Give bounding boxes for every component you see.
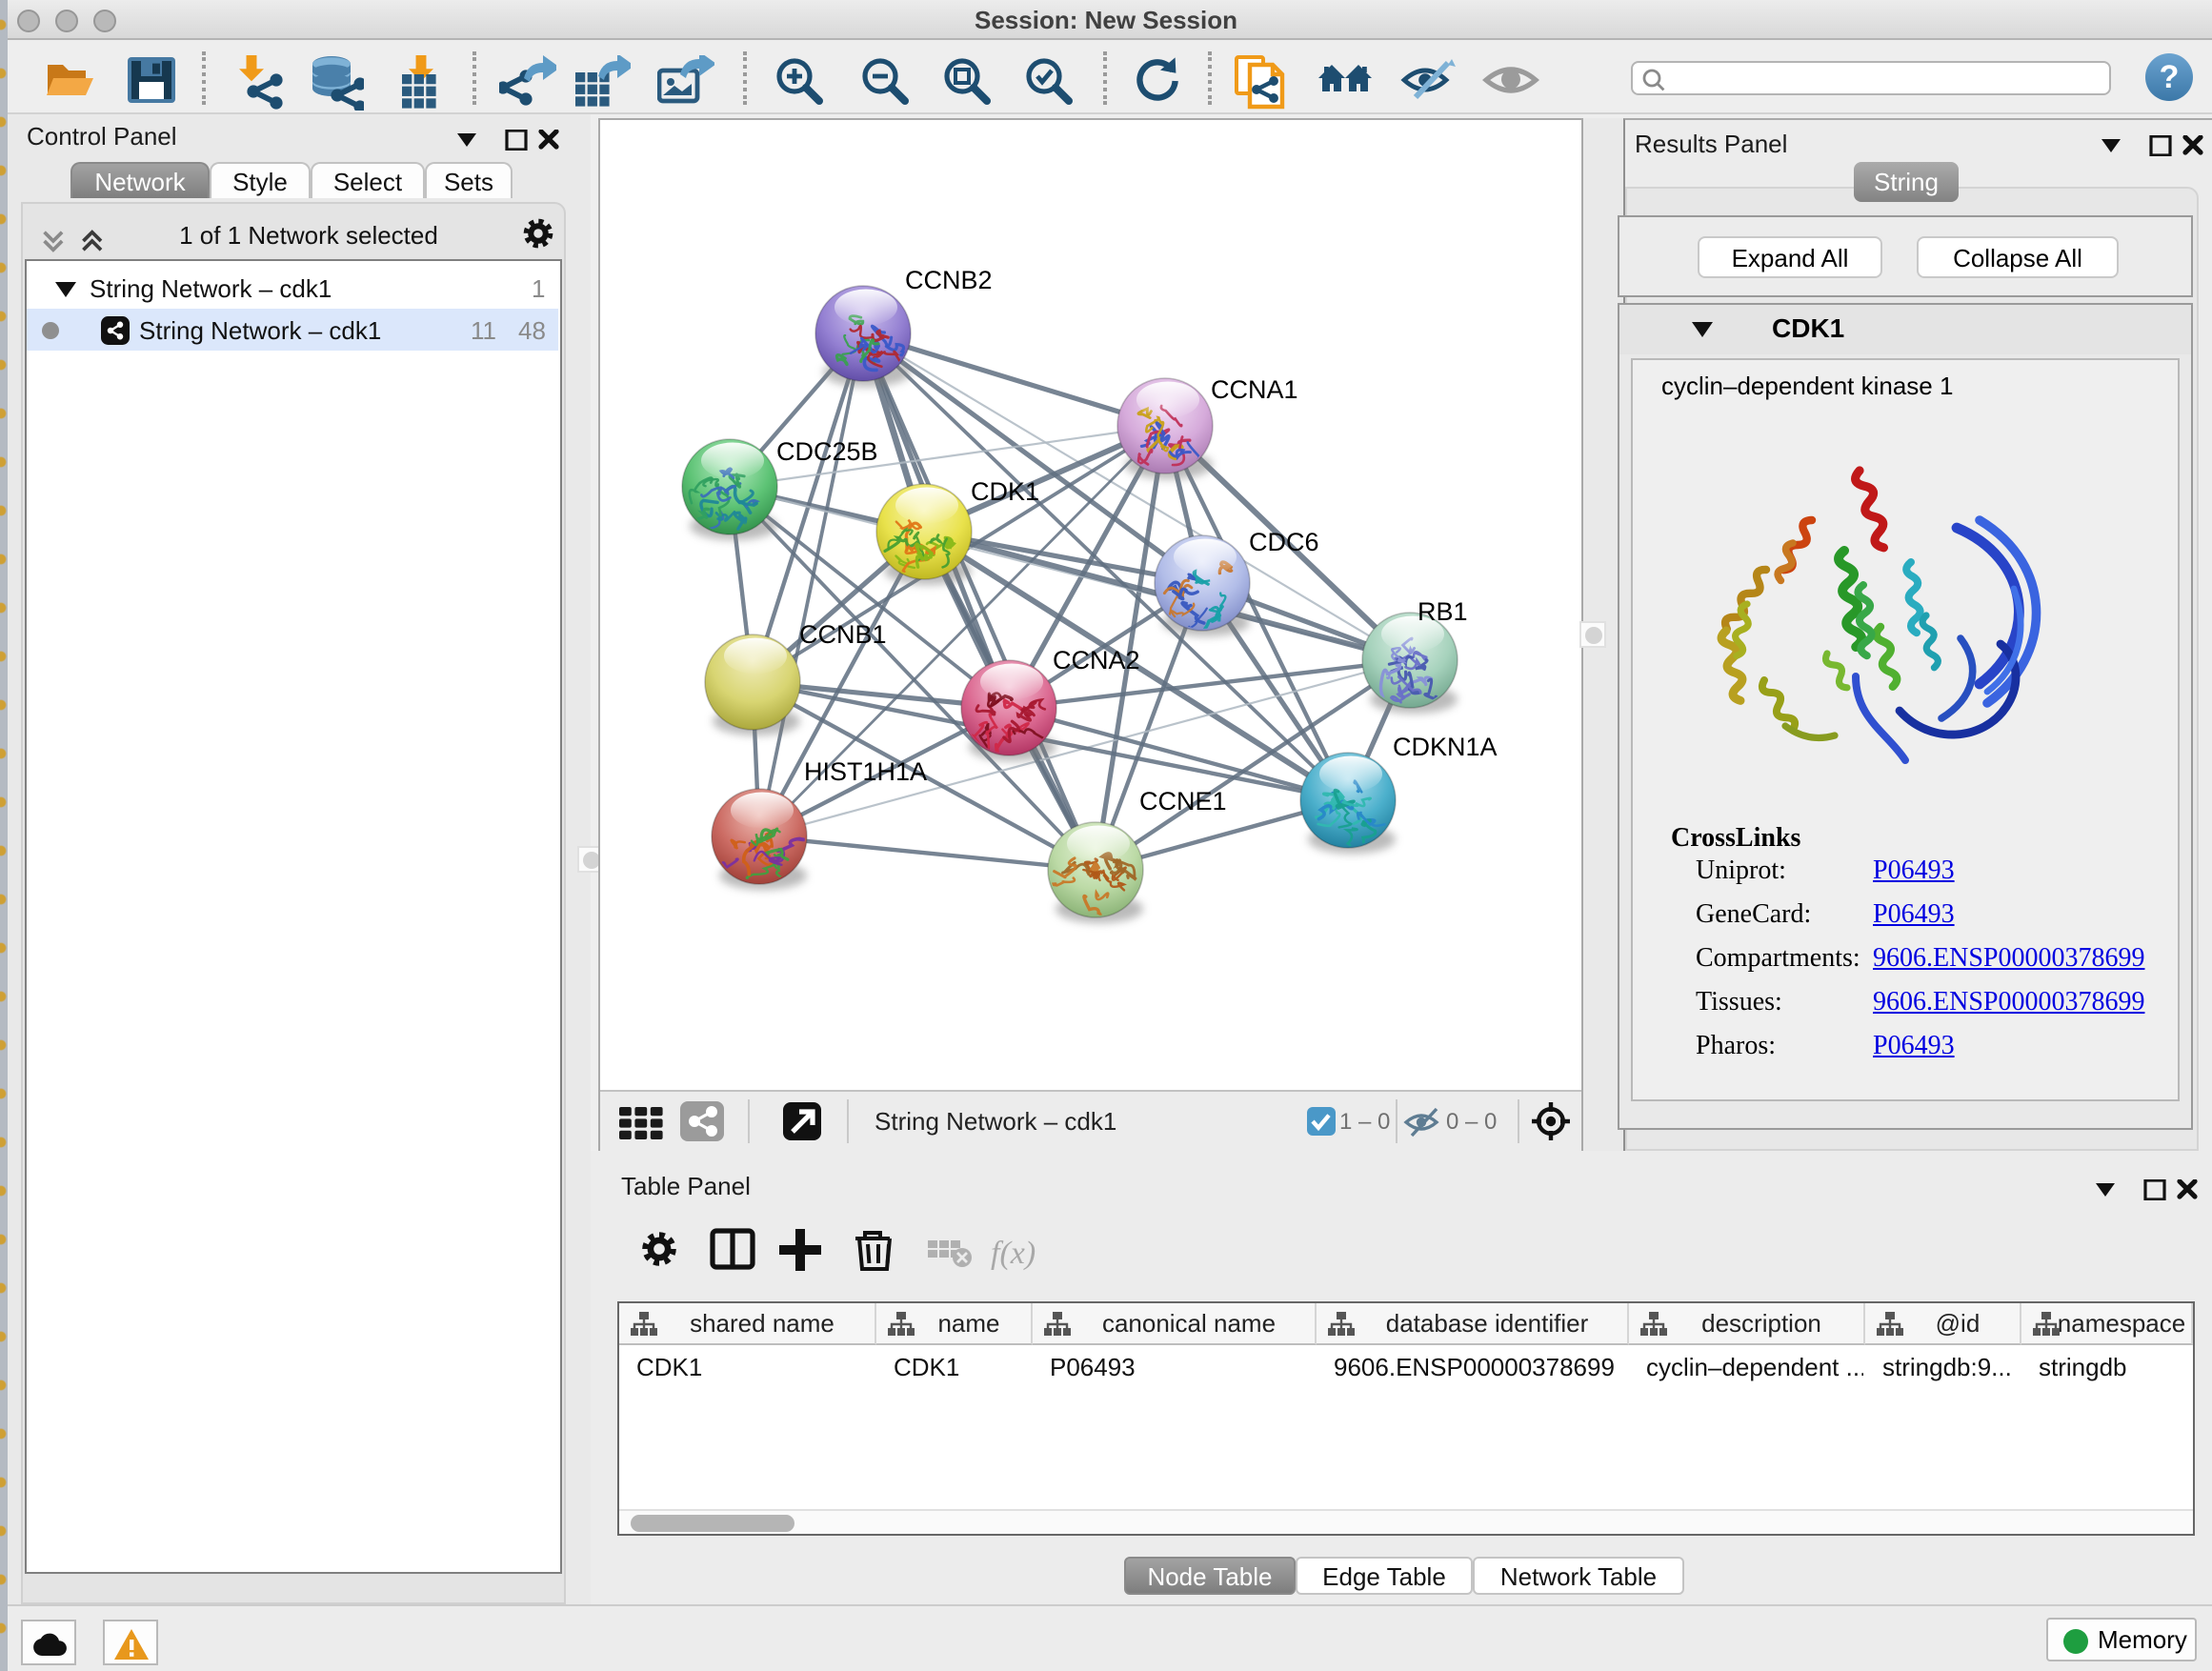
svg-text:f(x): f(x) (991, 1236, 1036, 1271)
svg-text:CCNA2: CCNA2 (1053, 646, 1140, 674)
svg-text:1 – 0: 1 – 0 (1339, 1109, 1390, 1135)
svg-text:CCNE1: CCNE1 (1139, 787, 1227, 815)
svg-text:CCNB1: CCNB1 (799, 620, 887, 649)
svg-text:HIST1H1A: HIST1H1A (804, 757, 927, 786)
svg-text:CCNA1: CCNA1 (1211, 375, 1298, 404)
svg-text:0 – 0: 0 – 0 (1446, 1109, 1497, 1135)
svg-text:CDK1: CDK1 (971, 477, 1039, 506)
svg-text:CDC6: CDC6 (1249, 528, 1319, 556)
svg-text:String Network – cdk1: String Network – cdk1 (875, 1107, 1116, 1136)
svg-text:CDC25B: CDC25B (776, 437, 878, 466)
svg-text:CCNB2: CCNB2 (905, 266, 993, 294)
svg-text:CDKN1A: CDKN1A (1393, 733, 1498, 761)
svg-text:RB1: RB1 (1418, 597, 1468, 626)
